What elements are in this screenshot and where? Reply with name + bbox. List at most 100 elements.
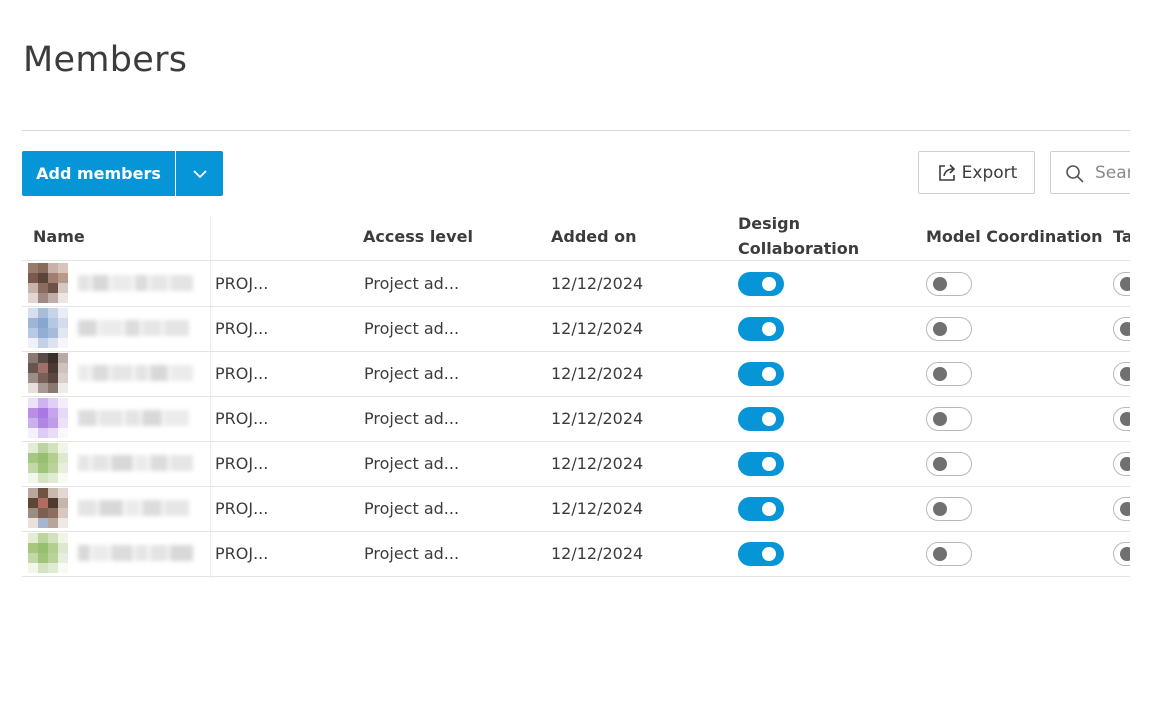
toggle-knob (762, 502, 776, 516)
table-row[interactable]: PROJ... Project ad... 12/12/2024 (22, 531, 1130, 577)
added-on-cell: 12/12/2024 (551, 364, 644, 383)
redacted-name (78, 545, 198, 561)
access-level-cell: Project ad... (364, 409, 460, 428)
toggle-knob (933, 547, 947, 561)
avatar (28, 443, 68, 483)
search-input[interactable] (1095, 152, 1130, 193)
table-row[interactable]: PROJ... Project ad... 12/12/2024 (22, 396, 1130, 442)
model-coordination-toggle[interactable] (926, 542, 972, 566)
company-cell: PROJ... (215, 409, 269, 428)
toggle-knob (1120, 412, 1130, 426)
redacted-name (78, 365, 198, 381)
design-collaboration-toggle[interactable] (738, 452, 784, 476)
export-icon (938, 163, 955, 181)
toggle-knob (762, 277, 776, 291)
column-header-access-level[interactable]: Access level (363, 212, 473, 260)
added-on-cell: 12/12/2024 (551, 409, 644, 428)
added-on-cell: 12/12/2024 (551, 274, 644, 293)
avatar (28, 398, 68, 438)
toggle-knob (933, 367, 947, 381)
access-level-cell: Project ad... (364, 319, 460, 338)
redacted-name (78, 455, 198, 471)
toggle-knob (1120, 502, 1130, 516)
chevron-down-icon (192, 169, 207, 178)
model-coordination-toggle[interactable] (926, 497, 972, 521)
add-members-dropdown-button[interactable] (176, 151, 223, 196)
access-level-cell: Project ad... (364, 544, 460, 563)
design-collaboration-toggle[interactable] (738, 542, 784, 566)
design-collaboration-toggle[interactable] (738, 497, 784, 521)
design-collaboration-toggle[interactable] (738, 272, 784, 296)
added-on-cell: 12/12/2024 (551, 454, 644, 473)
avatar (28, 488, 68, 528)
access-level-cell: Project ad... (364, 454, 460, 473)
toggle-knob (1120, 547, 1130, 561)
export-label: Export (961, 162, 1018, 183)
access-level-cell: Project ad... (364, 364, 460, 383)
model-coordination-toggle[interactable] (926, 362, 972, 386)
table-row[interactable]: PROJ... Project ad... 12/12/2024 (22, 351, 1130, 397)
company-cell: PROJ... (215, 499, 269, 518)
added-on-cell: 12/12/2024 (551, 499, 644, 518)
redacted-name (78, 320, 198, 336)
search-box[interactable] (1050, 151, 1130, 194)
toggle-knob (762, 457, 776, 471)
redacted-name (78, 275, 198, 291)
toggle-knob (1120, 457, 1130, 471)
model-coordination-toggle[interactable] (926, 317, 972, 341)
toggle-knob (933, 502, 947, 516)
company-cell: PROJ... (215, 364, 269, 383)
takeoff-toggle[interactable] (1113, 317, 1130, 341)
model-coordination-toggle[interactable] (926, 407, 972, 431)
column-header-takeoff[interactable]: Takeoff (1113, 212, 1130, 260)
redacted-name (78, 500, 198, 516)
export-button[interactable]: Export (918, 151, 1035, 194)
takeoff-toggle[interactable] (1113, 497, 1130, 521)
company-cell: PROJ... (215, 454, 269, 473)
table-row[interactable]: PROJ... Project ad... 12/12/2024 (22, 441, 1130, 487)
page-title: Members (23, 40, 188, 80)
column-header-model-coordination[interactable]: Model Coordination (926, 212, 1103, 260)
toggle-knob (1120, 277, 1130, 291)
avatar (28, 353, 68, 393)
toggle-knob (933, 277, 947, 291)
avatar (28, 308, 68, 348)
table-row[interactable]: PROJ... Project ad... 12/12/2024 (22, 486, 1130, 532)
column-header-added-on[interactable]: Added on (551, 212, 637, 260)
column-header-design-line2: Collaboration (738, 239, 860, 258)
avatar (28, 263, 68, 303)
column-header-design-collaboration[interactable]: Design Collaboration (738, 212, 859, 260)
toggle-knob (933, 412, 947, 426)
toggle-knob (933, 457, 947, 471)
design-collaboration-toggle[interactable] (738, 317, 784, 341)
toggle-knob (933, 322, 947, 336)
takeoff-toggle[interactable] (1113, 362, 1130, 386)
avatar (28, 533, 68, 573)
redacted-name (78, 410, 198, 426)
table-row[interactable]: PROJ... Project ad... 12/12/2024 (22, 306, 1130, 352)
model-coordination-toggle[interactable] (926, 272, 972, 296)
toggle-knob (762, 547, 776, 561)
takeoff-toggle[interactable] (1113, 272, 1130, 296)
toggle-knob (762, 322, 776, 336)
company-cell: PROJ... (215, 319, 269, 338)
add-members-button[interactable]: Add members (22, 151, 175, 196)
takeoff-toggle[interactable] (1113, 542, 1130, 566)
members-table: Name Access level Added on Design Collab… (22, 212, 1130, 582)
access-level-cell: Project ad... (364, 499, 460, 518)
header-divider (22, 130, 1130, 131)
design-collaboration-toggle[interactable] (738, 362, 784, 386)
toggle-knob (762, 367, 776, 381)
added-on-cell: 12/12/2024 (551, 544, 644, 563)
model-coordination-toggle[interactable] (926, 452, 972, 476)
toggle-knob (762, 412, 776, 426)
column-header-name[interactable]: Name (33, 212, 85, 260)
table-row[interactable]: PROJ... Project ad... 12/12/2024 (22, 261, 1130, 307)
search-icon (1066, 165, 1084, 183)
design-collaboration-toggle[interactable] (738, 407, 784, 431)
company-cell: PROJ... (215, 544, 269, 563)
company-cell: PROJ... (215, 274, 269, 293)
toggle-knob (1120, 322, 1130, 336)
takeoff-toggle[interactable] (1113, 452, 1130, 476)
takeoff-toggle[interactable] (1113, 407, 1130, 431)
